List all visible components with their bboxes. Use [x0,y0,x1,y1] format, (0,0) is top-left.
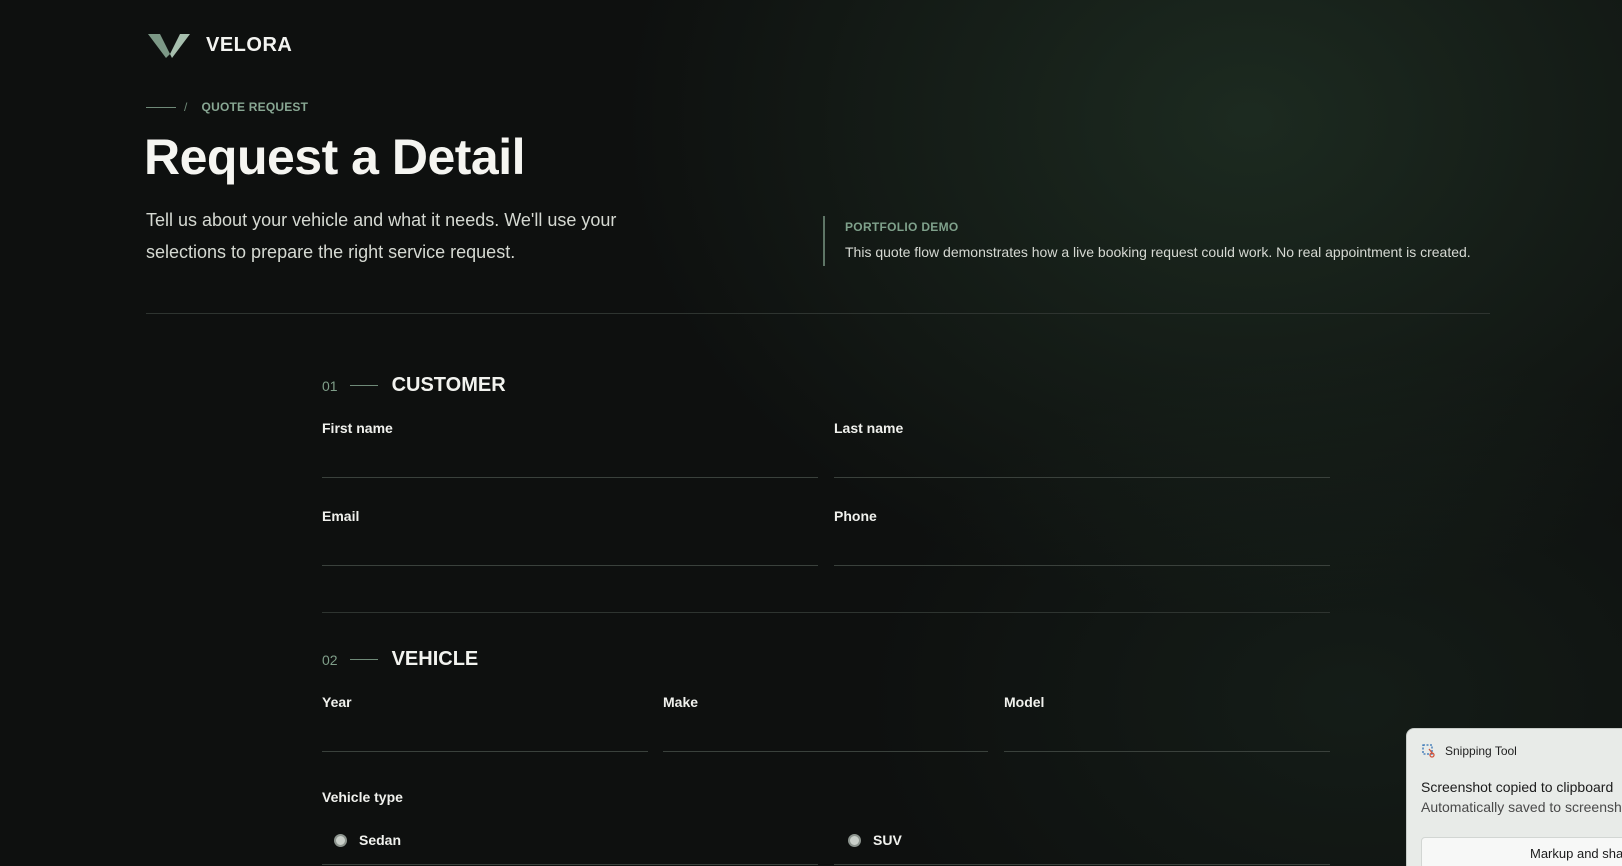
vehicle-type-option-suv[interactable]: SUV [848,832,902,848]
make-label: Make [663,694,699,710]
phone-field: Phone [834,508,1330,576]
model-field: Model [1004,694,1330,762]
model-input[interactable] [1004,720,1330,752]
breadcrumb-separator: / [184,100,188,114]
phone-input[interactable] [834,534,1330,566]
brand[interactable]: VELORA [146,30,292,60]
page: VELORA / QUOTE REQUEST Request a Detail … [0,0,1622,866]
first-name-input[interactable] [322,446,818,478]
page-intro: Tell us about your vehicle and what it n… [146,210,617,262]
header-divider [146,313,1490,314]
section-title: CUSTOMER [391,374,506,396]
section-number: 02 [322,651,338,668]
snipping-tool-icon [1422,744,1435,758]
velora-logo-icon [148,34,190,58]
make-input[interactable] [663,720,988,752]
last-name-label: Last name [834,420,904,436]
email-label: Email [322,508,360,524]
first-name-label: First name [322,420,393,436]
vehicle-type-option-sedan[interactable]: Sedan [334,832,401,848]
section-customer-heading: 01 CUSTOMER [322,374,506,397]
section-line [349,659,378,660]
section-vehicle-heading: 02 VEHICLE [322,648,478,671]
breadcrumb: / QUOTE REQUEST [146,100,308,114]
section-number: 01 [322,377,338,394]
notice-label: PORTFOLIO DEMO [845,220,959,234]
toast-header: Snipping Tool [1421,743,1517,759]
year-field: Year [322,694,648,762]
breadcrumb-line [146,106,176,108]
radio-button[interactable] [848,833,861,847]
first-name-field: First name [322,420,818,488]
notice-text: This quote flow demonstrates how a live … [845,244,1471,260]
brand-name: VELORA [206,33,293,56]
section-divider [322,612,1330,613]
year-input[interactable] [322,720,648,752]
option-divider [322,864,818,865]
model-label: Model [1004,694,1045,710]
email-input[interactable] [322,534,818,566]
breadcrumb-label: QUOTE REQUEST [201,100,309,114]
radio-label: SUV [873,832,902,848]
page-title: Request a Detail [144,129,526,185]
make-field: Make [663,694,988,762]
markup-and-share-button[interactable]: Markup and share [1421,837,1622,866]
last-name-field: Last name [834,420,1330,488]
phone-label: Phone [834,508,877,524]
last-name-input[interactable] [834,446,1330,478]
snipping-tool-toast[interactable]: Snipping Tool Screenshot copied to clipb… [1406,728,1622,866]
option-divider [834,864,1330,865]
email-field: Email [322,508,818,576]
toast-app-name: Snipping Tool [1445,744,1517,758]
vehicle-type-label: Vehicle type [322,789,403,805]
section-title: VEHICLE [391,648,479,670]
year-label: Year [322,694,352,710]
toast-title: Screenshot copied to clipboard [1421,779,1614,795]
radio-button[interactable] [334,833,347,847]
radio-label: Sedan [359,832,402,848]
portfolio-demo-notice: PORTFOLIO DEMO This quote flow demonstra… [823,216,1471,266]
toast-subtitle: Automatically saved to screenshots folde… [1421,799,1622,815]
section-line [349,385,378,386]
